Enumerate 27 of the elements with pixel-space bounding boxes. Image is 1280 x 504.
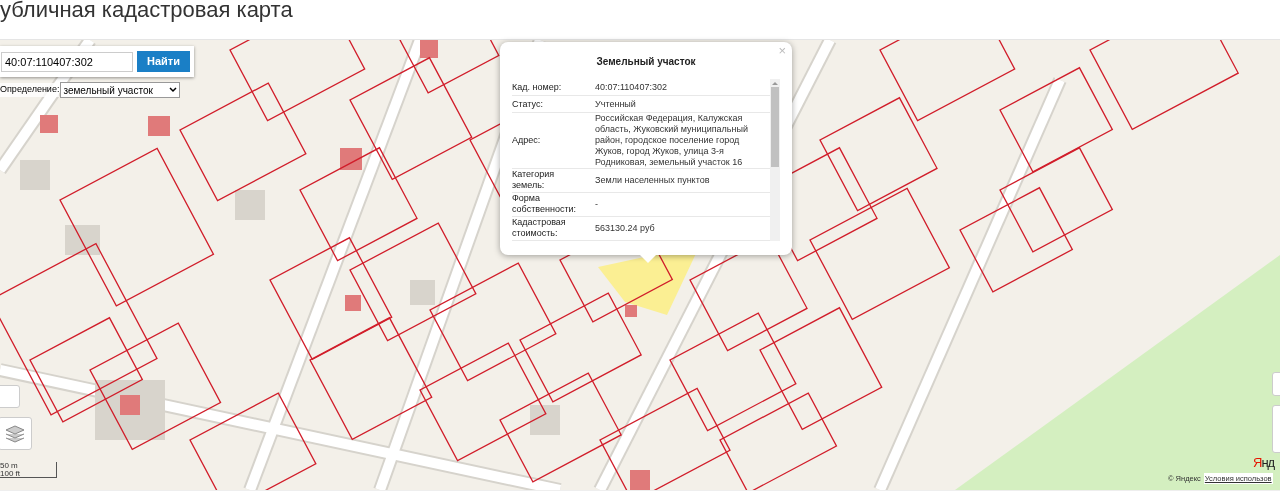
field-value: -: [594, 198, 599, 210]
field-label: Статус:: [512, 98, 544, 110]
zoom-control[interactable]: [0, 385, 20, 408]
field-label: Форма собственности:: [512, 193, 578, 216]
field-value: 40:07:110407:302: [594, 81, 668, 93]
field-label: Категория земель:: [512, 169, 556, 192]
scale-metric: 50 m: [0, 462, 19, 470]
scale-imperial: 100 ft: [0, 470, 21, 478]
layers-icon: [5, 424, 25, 443]
scroll-up-icon[interactable]: [772, 79, 778, 87]
popup-title: Земельный участок: [595, 55, 697, 69]
field-value: Российская Федерация, Калужская область, Жуковский муниципальный район, городское поселение город Жуков, город Жуков, улица 3-я Родниковая, земельный участок 16: [594, 112, 749, 168]
search-button[interactable]: Найти: [137, 51, 190, 72]
page-title: убличная кадастровая карта: [0, 0, 293, 23]
definition-select[interactable]: земельный участок: [60, 82, 181, 98]
field-label: Адрес:: [512, 134, 542, 146]
field-value: Учтенный: [594, 98, 637, 110]
scrollbar[interactable]: [770, 79, 780, 241]
field-label: Кадастровая стоимость:: [512, 217, 567, 240]
caret-icon: [169, 87, 178, 93]
yandex-logo: Янд: [1253, 455, 1275, 471]
definition-label: Определение:: [0, 83, 60, 97]
field-value: Земли населенных пунктов: [594, 174, 711, 186]
layers-button[interactable]: [0, 417, 32, 450]
search-field[interactable]: 40:07:110407:302: [1, 51, 133, 72]
field-value: 563130.24 руб: [594, 222, 656, 234]
field-label: Кад. номер:: [512, 81, 563, 93]
